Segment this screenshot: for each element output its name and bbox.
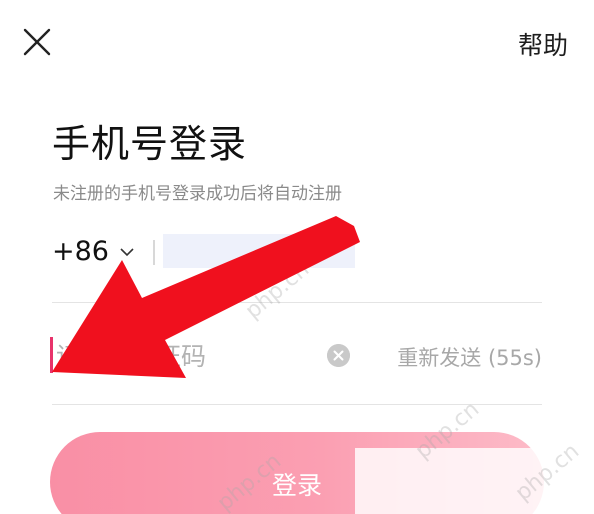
help-link[interactable]: 帮助 (518, 26, 568, 62)
phone-underline (52, 302, 542, 303)
country-code-label: +86 (52, 236, 109, 267)
login-page: 帮助 手机号登录 未注册的手机号登录成功后将自动注册 +86 重新发送 (55s… (0, 0, 594, 514)
page-subtitle: 未注册的手机号登录成功后将自动注册 (53, 184, 342, 204)
phone-number-input[interactable] (163, 234, 355, 268)
phone-divider (153, 240, 155, 265)
clear-icon[interactable] (327, 344, 350, 367)
text-caret (50, 337, 53, 373)
verification-code-input[interactable] (56, 336, 316, 376)
close-icon[interactable] (22, 27, 52, 57)
chevron-down-icon (120, 247, 134, 256)
resend-code-button[interactable]: 重新发送 (55s) (397, 342, 542, 372)
page-title: 手机号登录 (52, 122, 248, 166)
country-code-selector[interactable]: +86 (52, 236, 135, 267)
